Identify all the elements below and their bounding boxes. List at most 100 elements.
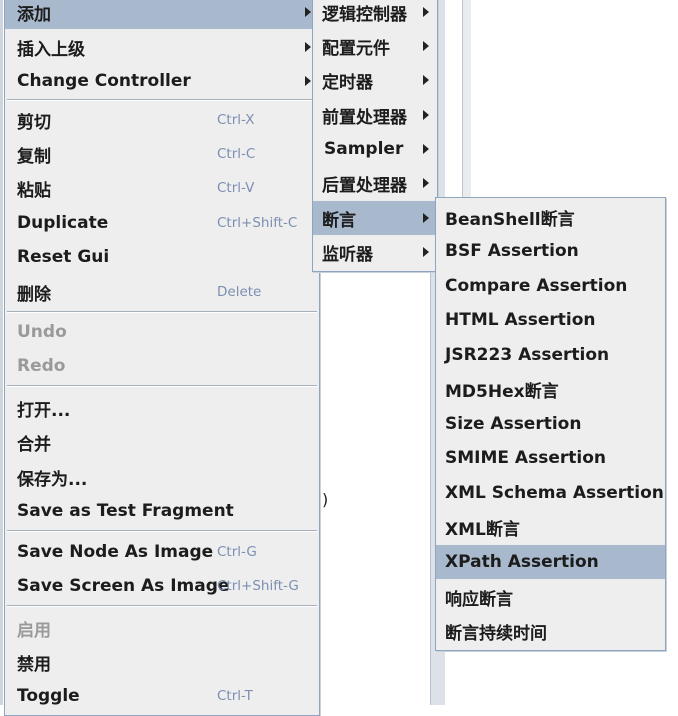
menu-item-label: Change Controller <box>17 71 191 91</box>
assertion-item-compare[interactable]: Compare Assertion <box>436 269 665 303</box>
menu-item-label: Toggle <box>17 686 80 706</box>
menu-item-undo: Undo <box>5 315 319 349</box>
assertion-submenu: BeanShell断言 BSF Assertion Compare Assert… <box>435 197 666 651</box>
menu-item-shortcut: Ctrl-G <box>217 544 257 560</box>
chevron-right-icon <box>423 247 429 257</box>
submenu-item-listener[interactable]: 监听器 <box>313 235 437 269</box>
menu-item-toggle[interactable]: Toggle Ctrl-T <box>5 679 319 713</box>
menu-item-redo: Redo <box>5 349 319 383</box>
assertion-item-response[interactable]: 响应断言 <box>436 580 665 614</box>
menu-item-label: 监听器 <box>322 244 373 265</box>
menu-item-label: 插入上级 <box>17 39 85 60</box>
menu-item-merge[interactable]: 合并 <box>5 425 319 459</box>
menu-item-paste[interactable]: 粘贴 Ctrl-V <box>5 171 319 205</box>
assertion-item-bsf[interactable]: BSF Assertion <box>436 234 665 268</box>
chevron-right-icon <box>423 75 429 85</box>
menu-item-copy[interactable]: 复制 Ctrl-C <box>5 137 319 171</box>
chevron-right-icon <box>305 76 311 86</box>
menu-item-label: 前置处理器 <box>322 107 407 128</box>
menu-item-label: Redo <box>17 356 66 376</box>
menu-item-label: 复制 <box>17 146 51 167</box>
assertion-item-smime[interactable]: SMIME Assertion <box>436 441 665 475</box>
tree-panel-edge <box>0 0 3 705</box>
menu-item-shortcut: Ctrl-V <box>217 180 255 196</box>
menu-item-cut[interactable]: 剪切 Ctrl-X <box>5 103 319 137</box>
menu-item-label: XML Schema Assertion <box>445 483 664 503</box>
menu-item-label: 配置元件 <box>322 38 390 59</box>
menu-item-delete[interactable]: 删除 Delete <box>5 275 319 309</box>
menu-item-add[interactable]: 添加 <box>5 0 319 29</box>
submenu-item-sampler[interactable]: Sampler <box>313 132 437 166</box>
chevron-right-icon <box>423 7 429 17</box>
menu-item-save-screen-as-image[interactable]: Save Screen As Image Ctrl+Shift-G <box>5 569 319 603</box>
submenu-item-assertion[interactable]: 断言 <box>313 201 437 235</box>
menu-item-label: Undo <box>17 322 67 342</box>
submenu-item-post-processor[interactable]: 后置处理器 <box>313 166 437 200</box>
menu-item-shortcut: Ctrl+Shift-G <box>217 578 299 594</box>
context-menu: 添加 插入上级 Change Controller 剪切 Ctrl-X 复制 C… <box>4 0 320 716</box>
menu-separator <box>7 311 317 313</box>
menu-item-shortcut: Ctrl-C <box>217 146 256 162</box>
menu-item-label: XPath Assertion <box>445 552 599 572</box>
menu-item-open[interactable]: 打开... <box>5 391 319 425</box>
menu-item-label: 粘贴 <box>17 180 51 201</box>
scrollbar-track[interactable] <box>462 0 471 210</box>
menu-item-label: 保存为... <box>17 469 88 490</box>
menu-item-disable[interactable]: 禁用 <box>5 645 319 679</box>
menu-item-label: Size Assertion <box>445 414 582 434</box>
menu-item-label: 后置处理器 <box>322 175 407 196</box>
menu-item-save-as-test-fragment[interactable]: Save as Test Fragment <box>5 494 319 528</box>
menu-item-label: Save Screen As Image <box>17 576 230 596</box>
background-text: ) <box>322 490 329 509</box>
menu-item-label: Save Node As Image <box>17 542 214 562</box>
menu-item-label: 禁用 <box>17 654 51 675</box>
menu-item-label: 剪切 <box>17 112 51 133</box>
submenu-item-pre-processor[interactable]: 前置处理器 <box>313 98 437 132</box>
menu-item-shortcut: Ctrl-T <box>217 688 253 704</box>
assertion-item-size[interactable]: Size Assertion <box>436 407 665 441</box>
menu-separator <box>7 530 317 532</box>
menu-item-label: JSR223 Assertion <box>445 345 610 365</box>
menu-item-label: 添加 <box>17 4 51 25</box>
menu-item-label: 启用 <box>17 620 51 641</box>
menu-item-label: Sampler <box>324 139 404 159</box>
menu-item-enable: 启用 <box>5 611 319 645</box>
menu-item-save-node-as-image[interactable]: Save Node As Image Ctrl-G <box>5 535 319 569</box>
chevron-right-icon <box>423 110 429 120</box>
menu-item-shortcut: Ctrl-X <box>217 112 255 128</box>
submenu-item-config-element[interactable]: 配置元件 <box>313 29 437 63</box>
menu-item-label: MD5Hex断言 <box>445 381 559 402</box>
chevron-right-icon <box>423 178 429 188</box>
chevron-right-icon <box>423 213 429 223</box>
menu-item-label: 响应断言 <box>445 589 513 610</box>
menu-item-label: Duplicate <box>17 213 109 233</box>
assertion-item-html[interactable]: HTML Assertion <box>436 303 665 337</box>
submenu-item-logic-controller[interactable]: 逻辑控制器 <box>313 0 437 29</box>
assertion-item-duration[interactable]: 断言持续时间 <box>436 614 665 648</box>
menu-separator <box>7 605 317 607</box>
menu-item-label: XML断言 <box>445 519 520 540</box>
menu-item-label: Compare Assertion <box>445 276 628 296</box>
assertion-item-xml-schema[interactable]: XML Schema Assertion <box>436 476 665 510</box>
menu-item-label: 合并 <box>17 434 51 455</box>
assertion-item-xpath[interactable]: XPath Assertion <box>436 545 665 579</box>
submenu-item-timer[interactable]: 定时器 <box>313 63 437 97</box>
menu-item-shortcut: Delete <box>217 284 262 300</box>
menu-item-label: BeanShell断言 <box>445 209 575 230</box>
menu-item-duplicate[interactable]: Duplicate Ctrl+Shift-C <box>5 206 319 240</box>
menu-item-label: BSF Assertion <box>445 241 579 261</box>
assertion-item-jsr223[interactable]: JSR223 Assertion <box>436 338 665 372</box>
assertion-item-md5hex[interactable]: MD5Hex断言 <box>436 372 665 406</box>
menu-item-label: 断言持续时间 <box>445 623 547 644</box>
menu-item-save-as[interactable]: 保存为... <box>5 460 319 494</box>
menu-item-reset-gui[interactable]: Reset Gui <box>5 240 319 274</box>
assertion-item-xml[interactable]: XML断言 <box>436 510 665 544</box>
chevron-right-icon <box>423 41 429 51</box>
chevron-right-icon <box>305 42 311 52</box>
menu-item-change-controller[interactable]: Change Controller <box>5 64 319 98</box>
menu-item-label: 删除 <box>17 284 51 305</box>
assertion-item-beanshell[interactable]: BeanShell断言 <box>436 200 665 234</box>
add-submenu: 逻辑控制器 配置元件 定时器 前置处理器 Sampler 后置处理器 断言 监听… <box>312 0 438 272</box>
menu-item-label: Reset Gui <box>17 247 110 267</box>
menu-item-insert-parent[interactable]: 插入上级 <box>5 30 319 64</box>
